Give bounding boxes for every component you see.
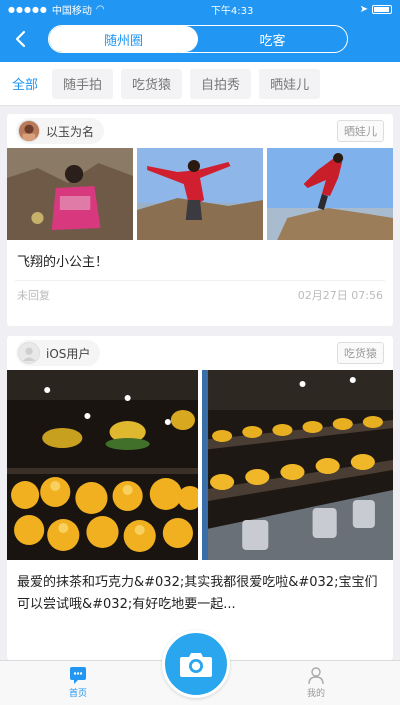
segmented-control: 随州圈 吃客 bbox=[48, 25, 348, 53]
battery-icon bbox=[372, 4, 392, 14]
camera-button[interactable] bbox=[162, 630, 230, 698]
post-photo[interactable] bbox=[267, 148, 393, 240]
camera-icon bbox=[180, 653, 212, 677]
location-icon: ➤ bbox=[359, 3, 368, 15]
username: iOS用户 bbox=[46, 346, 91, 361]
reply-status: 未回复 bbox=[17, 289, 50, 302]
post-photo[interactable] bbox=[7, 370, 198, 560]
avatar bbox=[18, 120, 40, 142]
username: 以玉为名 bbox=[46, 124, 95, 139]
post-footer: 未回复 02月27日 07:56 bbox=[15, 280, 385, 313]
post-text: 飞翔的小公主！ bbox=[17, 255, 109, 270]
avatar bbox=[18, 342, 40, 364]
tab-mine-label: 我的 bbox=[306, 689, 325, 699]
tab-mine[interactable]: 我的 bbox=[286, 665, 346, 699]
tab-home-label: 首页 bbox=[68, 689, 87, 699]
photo-grid bbox=[7, 148, 393, 240]
post-card[interactable]: 以玉为名 晒娃儿 飞翔的小公主！ 未回复 02月27日 07:56 bbox=[7, 114, 393, 326]
status-bar: ●●●●● 中国移动 ◠ 下午4:33 ➤ bbox=[0, 0, 400, 18]
post-author[interactable]: 以玉为名 bbox=[16, 118, 105, 144]
tab-home[interactable]: 首页 bbox=[48, 665, 108, 699]
wifi-icon: ◠ bbox=[95, 3, 105, 15]
tab-kids[interactable]: 晒娃儿 bbox=[259, 68, 321, 99]
tab-foodie[interactable]: 吃货猿 bbox=[121, 68, 183, 99]
carrier: 中国移动 bbox=[51, 5, 92, 17]
signal-icon: ●●●●● bbox=[8, 4, 48, 14]
home-chat-icon bbox=[70, 667, 86, 684]
nav-bar: 随州圈 吃客 bbox=[0, 18, 400, 62]
post-timestamp: 02月27日 07:56 bbox=[297, 289, 383, 302]
chevron-left-icon bbox=[15, 30, 26, 48]
category-badge[interactable]: 晒娃儿 bbox=[337, 120, 384, 142]
post-photo[interactable] bbox=[137, 148, 263, 240]
clock: 下午4:33 bbox=[210, 5, 254, 17]
category-tabs: 全部 随手拍 吃货猿 自拍秀 晒娃儿 bbox=[0, 62, 400, 106]
post-card[interactable]: iOS用户 吃货猿 最爱的抹茶和巧克力&#032;其实我都很爱吃啦&#032;宝… bbox=[7, 336, 393, 660]
post-photo[interactable] bbox=[202, 370, 393, 560]
post-photo[interactable] bbox=[7, 148, 133, 240]
category-badge[interactable]: 吃货猿 bbox=[337, 342, 384, 364]
tab-selfie[interactable]: 自拍秀 bbox=[190, 68, 252, 99]
post-text: 最爱的抹茶和巧克力&#032;其实我都很爱吃啦&#032;宝宝们可以尝试哦&#0… bbox=[17, 575, 378, 612]
tab-snapshot[interactable]: 随手拍 bbox=[52, 68, 114, 99]
photo-grid bbox=[7, 370, 393, 560]
segment-suizhou-circle[interactable]: 随州圈 bbox=[49, 26, 198, 52]
tab-all[interactable]: 全部 bbox=[6, 69, 44, 99]
post-author[interactable]: iOS用户 bbox=[16, 340, 101, 366]
back-button[interactable] bbox=[10, 28, 32, 50]
user-icon bbox=[308, 667, 324, 685]
header: ●●●●● 中国移动 ◠ 下午4:33 ➤ 随州圈 吃客 bbox=[0, 0, 400, 62]
segment-foodie[interactable]: 吃客 bbox=[198, 26, 347, 52]
